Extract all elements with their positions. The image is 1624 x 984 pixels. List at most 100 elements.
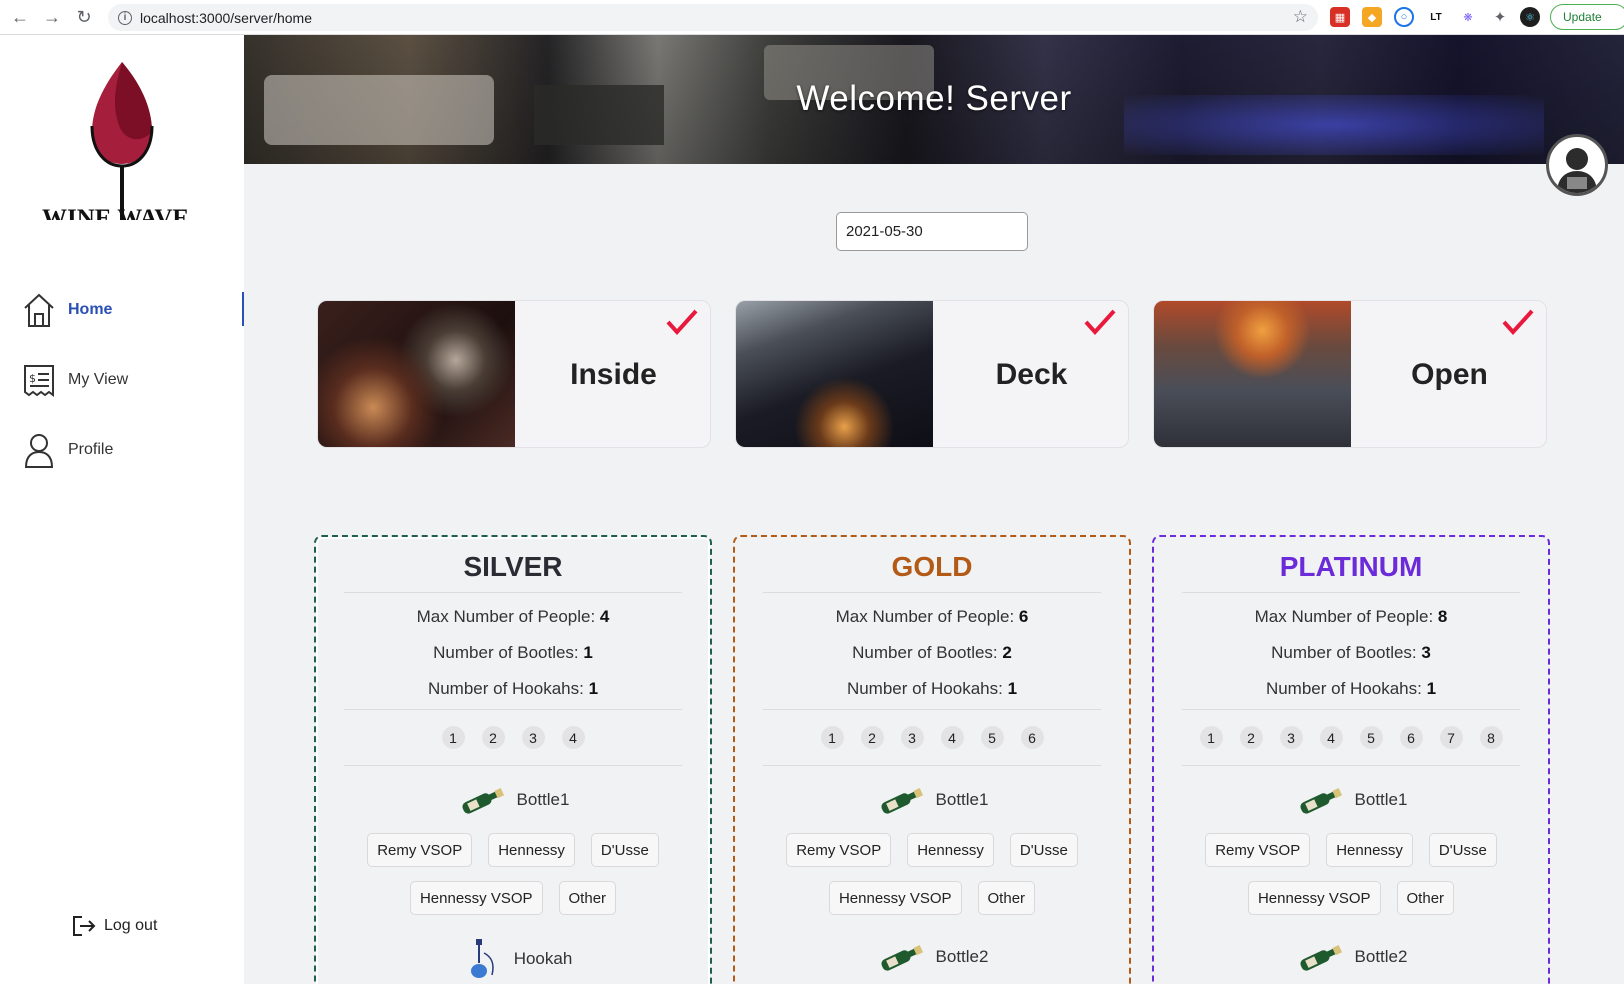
extension-react-icon[interactable]: ⚛ [1520, 7, 1540, 27]
stat-value: 3 [1421, 643, 1431, 662]
bottle-option[interactable]: Other [1396, 881, 1455, 915]
bottle-option[interactable]: Hennessy [488, 833, 575, 867]
sidebar-item-label: Profile [68, 441, 114, 458]
bottle-option[interactable]: Remy VSOP [367, 833, 473, 867]
forward-arrow-icon[interactable]: → [36, 1, 68, 33]
bottle-option[interactable]: Hennessy [1326, 833, 1413, 867]
sidebar-item-home[interactable]: Home [22, 290, 244, 330]
home-icon [24, 293, 54, 327]
seat-option[interactable]: 5 [980, 726, 1004, 749]
logout-icon [73, 916, 96, 936]
bottle-name: Bottle1 [935, 790, 989, 809]
area-card-open[interactable]: Open [1153, 300, 1547, 448]
extension-red-icon[interactable]: ▦ [1330, 7, 1350, 27]
hookah-item: Hookah [316, 939, 710, 979]
seat-option[interactable]: 7 [1439, 726, 1463, 749]
extensions-puzzle-icon[interactable]: ✦ [1490, 7, 1510, 27]
stat-label: Max Number of People: [416, 607, 600, 626]
logo-wordmark: WINE WAVE [42, 205, 189, 220]
extension-circle-icon[interactable]: ○ [1394, 7, 1414, 27]
champagne-bottle-icon [1300, 787, 1342, 814]
bottle-option[interactable]: D'Usse [1428, 833, 1497, 867]
browser-toolbar: ← → ↻ i localhost:3000/server/home ☆ ▦ ◆… [0, 0, 1624, 35]
inside-photo [318, 301, 515, 447]
seat-option[interactable]: 3 [521, 726, 545, 749]
seat-option[interactable]: 1 [441, 726, 465, 749]
area-card-deck[interactable]: Deck [735, 300, 1129, 448]
back-arrow-icon[interactable]: ← [4, 1, 36, 33]
divider [1182, 765, 1520, 766]
stat-label: Number of Bootles: [433, 643, 584, 662]
receipt-icon: $ [24, 365, 54, 397]
seat-option[interactable]: 2 [1239, 726, 1263, 749]
seat-option[interactable]: 5 [1359, 726, 1383, 749]
sidebar-item-profile[interactable]: Profile [22, 430, 244, 470]
sidebar-item-label: My View [68, 371, 129, 388]
hookahs-stat: Number of Hookahs: 1 [316, 679, 710, 699]
welcome-banner: Welcome! Server [244, 35, 1624, 164]
bottle-option[interactable]: Remy VSOP [786, 833, 892, 867]
seat-option[interactable]: 3 [900, 726, 924, 749]
extension-gear-icon[interactable]: ❋ [1458, 7, 1478, 27]
bottle-name: Bottle2 [935, 947, 989, 966]
bottle-option[interactable]: D'Usse [1009, 833, 1078, 867]
bottle-option[interactable]: Hennessy VSOP [1247, 881, 1381, 915]
bottle-option[interactable]: Other [558, 881, 617, 915]
bottle-option[interactable]: D'Usse [590, 833, 659, 867]
address-bar[interactable]: i localhost:3000/server/home ☆ [108, 4, 1318, 31]
seat-option[interactable]: 1 [820, 726, 844, 749]
date-input[interactable] [836, 212, 1028, 251]
bottle-option[interactable]: Hennessy VSOP [409, 881, 543, 915]
divider [763, 709, 1101, 710]
divider [1182, 709, 1520, 710]
divider [344, 765, 682, 766]
stat-value: 1 [583, 643, 593, 662]
bottle-options-row: Remy VSOP Hennessy D'Usse [735, 833, 1129, 867]
seat-option[interactable]: 3 [1279, 726, 1303, 749]
seat-option[interactable]: 2 [860, 726, 884, 749]
bottles-stat: Number of Bootles: 2 [735, 643, 1129, 663]
reload-icon[interactable]: ↻ [68, 1, 100, 33]
package-title: PLATINUM [1279, 551, 1423, 582]
area-name: Open [1411, 358, 1488, 391]
info-icon[interactable]: i [118, 10, 132, 25]
avatar-icon [1557, 148, 1597, 193]
seat-option[interactable]: 6 [1020, 726, 1044, 749]
sidebar-item-my-view[interactable]: $ My View [22, 360, 244, 400]
logout-button[interactable]: Log out [72, 915, 157, 937]
seat-option[interactable]: 1 [1199, 726, 1223, 749]
seat-option[interactable]: 6 [1399, 726, 1423, 749]
champagne-bottle-icon [881, 787, 923, 814]
bottle-options-row: Hennessy VSOP Other [1154, 881, 1548, 915]
package-card-silver: SILVER Max Number of People: 4 Number of… [314, 535, 712, 984]
max-people-stat: Max Number of People: 8 [1154, 607, 1548, 627]
stat-value: 8 [1437, 607, 1448, 626]
stat-value: 4 [599, 607, 610, 626]
bottle-options-row: Remy VSOP Hennessy D'Usse [316, 833, 710, 867]
hookahs-stat: Number of Hookahs: 1 [1154, 679, 1548, 699]
stat-value: 1 [588, 679, 599, 698]
bottle-option[interactable]: Hennessy VSOP [828, 881, 962, 915]
browser-update-button[interactable]: Update [1550, 4, 1624, 30]
open-photo [1154, 301, 1351, 447]
champagne-bottle-icon [462, 787, 504, 814]
stat-label: Number of Hookahs: [846, 679, 1008, 698]
server-avatar[interactable] [1546, 134, 1608, 196]
deck-photo [736, 301, 933, 447]
seat-option[interactable]: 4 [1319, 726, 1343, 749]
bottles-stat: Number of Bootles: 1 [316, 643, 710, 663]
extension-lt-icon[interactable]: LT [1426, 7, 1446, 27]
bottle-name: Bottle2 [1354, 947, 1408, 966]
bookmark-star-icon[interactable]: ☆ [1293, 7, 1308, 27]
seat-option[interactable]: 8 [1479, 726, 1503, 749]
extension-shield-icon[interactable]: ◆ [1362, 7, 1382, 27]
seat-option[interactable]: 4 [940, 726, 964, 749]
bottle-option[interactable]: Hennessy [907, 833, 994, 867]
bottle-option[interactable]: Remy VSOP [1205, 833, 1311, 867]
bottle-option[interactable]: Other [977, 881, 1036, 915]
seat-selector: 1 2 3 4 5 6 7 8 [1154, 726, 1548, 749]
divider [763, 592, 1101, 593]
seat-option[interactable]: 2 [481, 726, 505, 749]
area-card-inside[interactable]: Inside [317, 300, 711, 448]
seat-option[interactable]: 4 [561, 726, 585, 749]
